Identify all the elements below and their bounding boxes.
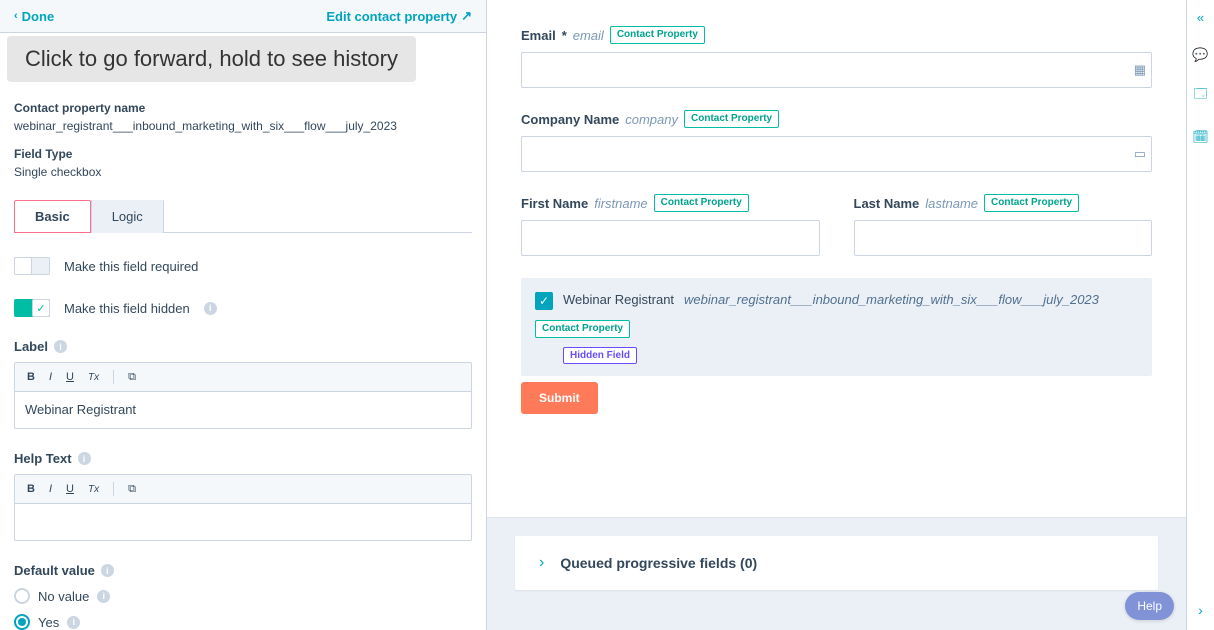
company-label: Company Name: [521, 112, 619, 127]
field-type-value: Single checkbox: [14, 165, 472, 179]
done-button[interactable]: ‹ Done: [14, 9, 54, 24]
rail-window-icon[interactable]: 🗔: [1193, 85, 1207, 107]
required-toggle[interactable]: [14, 257, 50, 275]
property-name-label: Contact property name: [14, 101, 472, 115]
company-input[interactable]: [521, 136, 1152, 172]
tab-basic[interactable]: Basic: [14, 200, 91, 233]
first-name-input[interactable]: [521, 220, 820, 256]
toolbar-divider: [113, 482, 114, 496]
webinar-internal-name: webinar_registrant___inbound_marketing_w…: [684, 292, 1099, 307]
left-panel-header: ‹ Done Edit contact property ↗: [0, 0, 486, 33]
default-value-label: Default value: [14, 563, 95, 578]
check-icon: ✓: [32, 299, 50, 317]
info-icon[interactable]: i: [204, 302, 217, 315]
edit-link-label: Edit contact property: [326, 9, 457, 24]
info-icon[interactable]: i: [67, 616, 80, 629]
webinar-label: Webinar Registrant: [563, 292, 674, 307]
clear-format-button[interactable]: Tx: [88, 484, 99, 495]
radio-yes[interactable]: [14, 614, 30, 630]
contact-property-tag: Contact Property: [654, 194, 749, 212]
email-internal-name: email: [573, 28, 604, 43]
rte-toolbar: B I U Tx ⧉: [15, 475, 471, 504]
label-editor-content[interactable]: Webinar Registrant: [15, 392, 471, 428]
rail-calendar-icon[interactable]: 🗓: [1192, 129, 1209, 145]
required-asterisk: *: [562, 28, 567, 43]
chevron-right-icon[interactable]: ›: [1198, 602, 1203, 618]
external-link-icon: ↗: [461, 8, 472, 24]
last-name-label: Last Name: [854, 196, 920, 211]
info-icon[interactable]: i: [101, 564, 114, 577]
email-input[interactable]: [521, 52, 1152, 88]
contact-property-tag: Contact Property: [684, 110, 779, 128]
contact-property-tag: Contact Property: [610, 26, 705, 44]
radio-no-value[interactable]: [14, 588, 30, 604]
chevron-left-icon: ‹: [14, 10, 18, 22]
company-internal-name: company: [625, 112, 678, 127]
label-editor: B I U Tx ⧉ Webinar Registrant: [14, 362, 472, 429]
settings-tabs: Basic Logic: [14, 199, 472, 233]
help-button[interactable]: Help: [1125, 592, 1174, 620]
italic-button[interactable]: I: [49, 371, 52, 383]
label-field-label: Label: [14, 339, 48, 354]
toolbar-divider: [113, 370, 114, 384]
info-icon[interactable]: i: [54, 340, 67, 353]
last-name-input[interactable]: [854, 220, 1153, 256]
radio-yes-label: Yes: [38, 615, 59, 630]
last-name-internal: lastname: [925, 196, 978, 211]
hidden-toggle-label: Make this field hidden: [64, 301, 190, 316]
info-icon[interactable]: i: [78, 452, 91, 465]
edit-contact-property-link[interactable]: Edit contact property ↗: [326, 8, 472, 24]
progressive-fields-title: Queued progressive fields (0): [560, 555, 757, 571]
hidden-field-tag: Hidden Field: [563, 347, 637, 364]
property-name-value: webinar_registrant___inbound_marketing_w…: [14, 119, 472, 133]
link-button[interactable]: ⧉: [128, 483, 136, 496]
info-icon[interactable]: i: [97, 590, 110, 603]
webinar-checkbox[interactable]: ✓: [535, 292, 553, 310]
field-type-label: Field Type: [14, 147, 472, 161]
card-icon[interactable]: ▭: [1134, 146, 1146, 162]
underline-button[interactable]: U: [66, 483, 74, 495]
tab-logic[interactable]: Logic: [91, 200, 164, 233]
underline-button[interactable]: U: [66, 371, 74, 383]
first-name-label: First Name: [521, 196, 588, 211]
webinar-registrant-field[interactable]: ✓ Webinar Registrant webinar_registrant_…: [521, 278, 1152, 376]
contact-card-icon[interactable]: ▦: [1134, 62, 1146, 78]
bold-button[interactable]: B: [27, 483, 35, 495]
bold-button[interactable]: B: [27, 371, 35, 383]
clear-format-button[interactable]: Tx: [88, 372, 99, 383]
chevron-right-icon: ›: [539, 554, 544, 572]
rail-chat-icon[interactable]: 💬: [1192, 47, 1208, 63]
hidden-toggle[interactable]: ✓: [14, 299, 50, 317]
done-label: Done: [22, 9, 55, 24]
help-text-editor-content[interactable]: [15, 504, 471, 540]
italic-button[interactable]: I: [49, 483, 52, 495]
help-text-editor: B I U Tx ⧉: [14, 474, 472, 541]
right-rail: « 💬 🗔 🗓 ›: [1186, 0, 1214, 630]
rte-toolbar: B I U Tx ⧉: [15, 363, 471, 392]
collapse-rail-icon[interactable]: «: [1197, 10, 1204, 25]
contact-property-tag: Contact Property: [984, 194, 1079, 212]
help-text-label: Help Text: [14, 451, 72, 466]
email-label: Email: [521, 28, 556, 43]
contact-property-tag: Contact Property: [535, 320, 630, 338]
required-toggle-label: Make this field required: [64, 259, 198, 274]
radio-no-value-label: No value: [38, 589, 89, 604]
first-name-internal: firstname: [594, 196, 647, 211]
progressive-fields-card[interactable]: › Queued progressive fields (0): [515, 536, 1158, 590]
link-button[interactable]: ⧉: [128, 371, 136, 384]
submit-button[interactable]: Submit: [521, 382, 598, 414]
